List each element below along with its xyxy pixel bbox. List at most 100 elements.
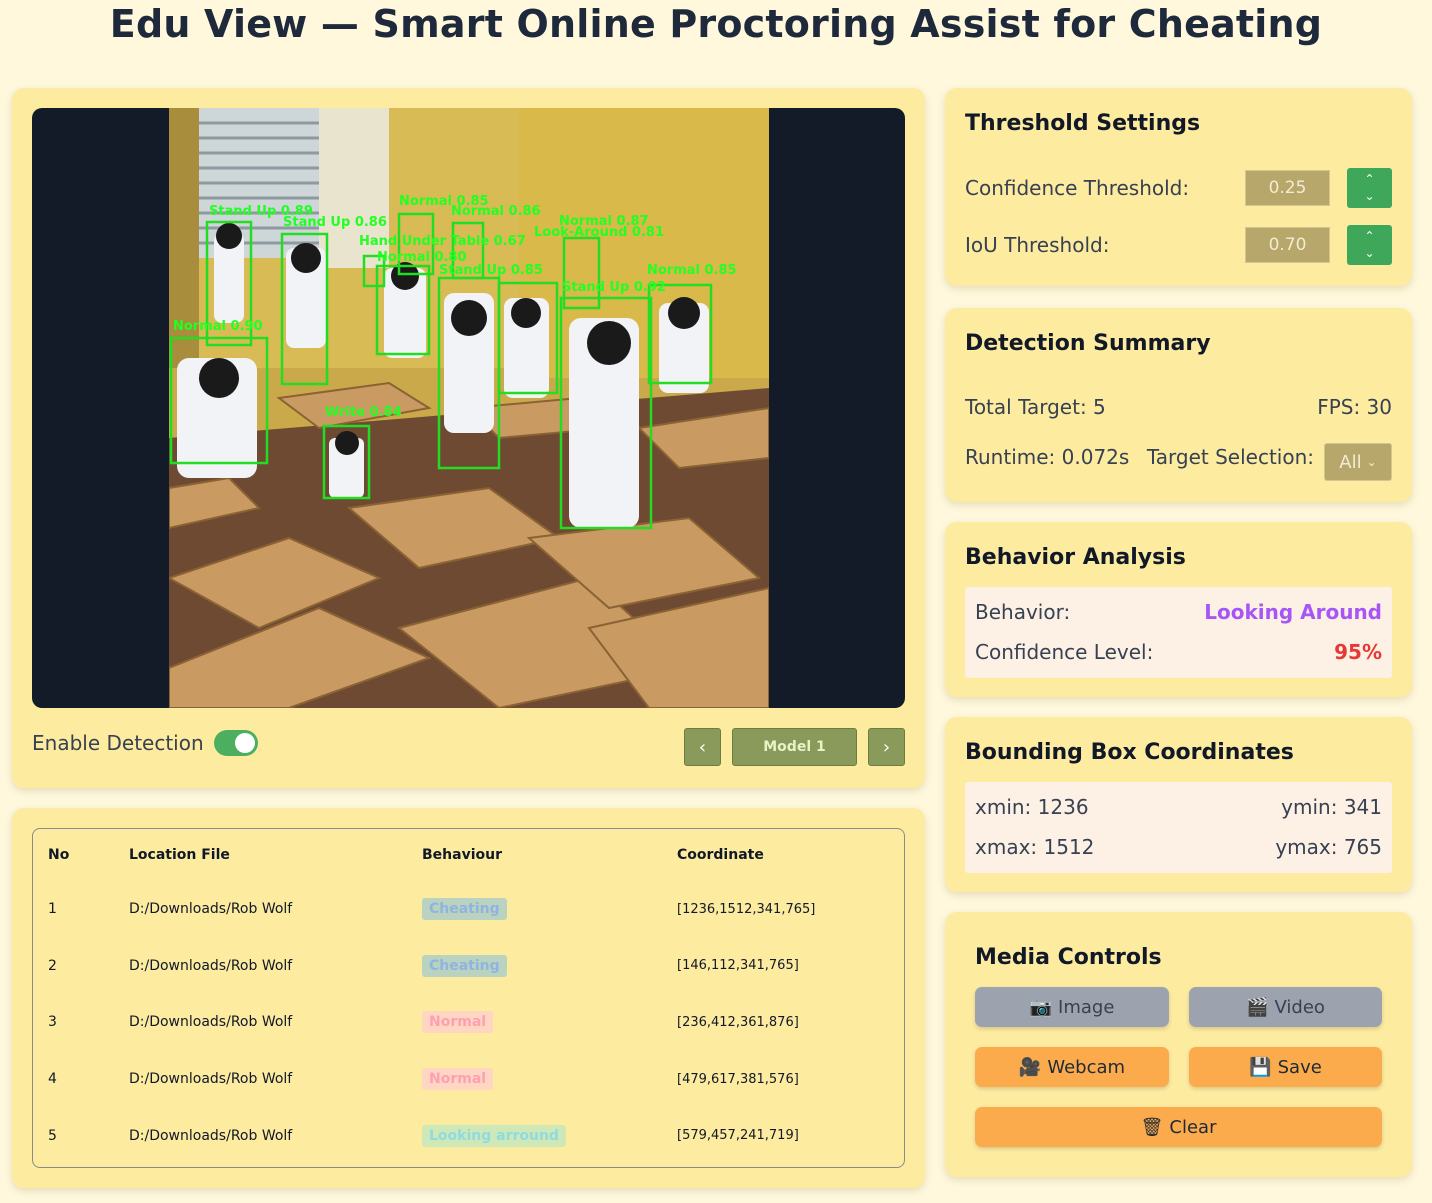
- film-camera-icon: 🎥: [1018, 1056, 1042, 1078]
- image-button-label: Image: [1058, 996, 1115, 1018]
- cell-no: 3: [48, 1014, 57, 1031]
- behaviour-badge: Cheating: [422, 898, 507, 921]
- iou-threshold-stepper[interactable]: ⌃ ⌄: [1347, 225, 1392, 265]
- chevron-down-icon[interactable]: ⌄: [1364, 188, 1374, 205]
- clear-button[interactable]: 🗑 Clear: [975, 1107, 1382, 1147]
- results-card: No Location File Behaviour Coordinate 1 …: [12, 808, 925, 1188]
- iou-threshold-row: IoU Threshold: 0.70 ⌃ ⌄: [965, 225, 1392, 265]
- cell-coordinate: [479,617,381,576]: [677, 1071, 799, 1087]
- media-controls-card: Media Controls 📷 Image 🎬 Video 🎥 Webcam …: [945, 912, 1412, 1177]
- target-selection-dropdown[interactable]: All ⌄: [1324, 443, 1392, 481]
- cell-no: 5: [48, 1127, 57, 1144]
- behavior-label: Behavior:: [975, 600, 1071, 624]
- target-selection-value: All: [1339, 451, 1362, 473]
- behaviour-badge: Looking arround: [422, 1124, 566, 1147]
- table-row[interactable]: 2 D:/Downloads/Rob Wolf Cheating [146,11…: [33, 938, 904, 995]
- ymax-value: ymax: 765: [1275, 835, 1382, 859]
- bounding-box-details: xmin: 1236 ymin: 341 xmax: 1512 ymax: 76…: [965, 782, 1392, 873]
- video-button[interactable]: 🎬 Video: [1189, 987, 1382, 1027]
- runtime-value: Runtime: 0.072s: [965, 445, 1130, 469]
- toggle-knob: [234, 733, 255, 753]
- xmax-value: xmax: 1512: [975, 835, 1095, 859]
- table-row[interactable]: 3 D:/Downloads/Rob Wolf Normal [236,412,…: [33, 994, 904, 1051]
- column-header-location-file: Location File: [129, 847, 230, 863]
- detection-label: Normal 0.90: [173, 319, 263, 334]
- bounding-box-card: Bounding Box Coordinates xmin: 1236 ymin…: [945, 717, 1412, 892]
- enable-detection-toggle[interactable]: [213, 730, 258, 756]
- confidence-threshold-stepper[interactable]: ⌃ ⌄: [1347, 168, 1392, 208]
- detection-label: Hand Under Table 0.67: [359, 234, 526, 249]
- chevron-up-icon[interactable]: ⌃: [1364, 228, 1374, 245]
- detection-label: Stand Up 0.86: [283, 215, 387, 230]
- detection-summary-title: Detection Summary: [965, 331, 1211, 356]
- chevron-left-icon: ‹: [698, 736, 707, 758]
- iou-threshold-input[interactable]: 0.70: [1245, 227, 1330, 263]
- trash-icon: 🗑: [1140, 1116, 1164, 1138]
- detection-label: Stand Up 0.92: [562, 280, 666, 295]
- clear-button-label: Clear: [1169, 1116, 1217, 1138]
- clapper-icon: 🎬: [1246, 996, 1269, 1018]
- enable-detection-label: Enable Detection: [32, 731, 204, 755]
- detection-label: Write 0.84: [325, 405, 402, 420]
- table-row[interactable]: 4 D:/Downloads/Rob Wolf Normal [479,617,…: [33, 1051, 904, 1108]
- results-table: No Location File Behaviour Coordinate 1 …: [33, 829, 904, 1164]
- fps-value: FPS: 30: [1317, 395, 1392, 419]
- xmin-value: xmin: 1236: [975, 795, 1089, 819]
- model-selector[interactable]: Model 1: [732, 728, 857, 766]
- webcam-button[interactable]: 🎥 Webcam: [975, 1047, 1169, 1087]
- chevron-down-icon[interactable]: ⌄: [1364, 245, 1374, 262]
- cell-location-file: D:/Downloads/Rob Wolf: [129, 1127, 293, 1144]
- column-header-behaviour: Behaviour: [422, 847, 502, 863]
- confidence-threshold-input[interactable]: 0.25: [1245, 170, 1330, 206]
- camera-icon: 📷: [1029, 996, 1053, 1018]
- model-navigation: ‹ Model 1 ›: [684, 728, 905, 766]
- confidence-threshold-row: Confidence Threshold: 0.25 ⌃ ⌄: [965, 168, 1392, 208]
- table-row[interactable]: 5 D:/Downloads/Rob Wolf Looking arround …: [33, 1107, 904, 1164]
- prev-model-button[interactable]: ‹: [684, 728, 721, 766]
- detection-label: Look-Around 0.81: [534, 225, 664, 240]
- cell-location-file: D:/Downloads/Rob Wolf: [129, 1071, 293, 1088]
- classroom-photo: Stand Up 0.89 Stand Up 0.86 Normal 0.85 …: [169, 108, 769, 708]
- bounding-box-title: Bounding Box Coordinates: [965, 740, 1294, 765]
- iou-threshold-label: IoU Threshold:: [965, 233, 1110, 257]
- behavior-analysis-card: Behavior Analysis Behavior: Looking Arou…: [945, 522, 1412, 697]
- confidence-level-value: 95%: [1334, 640, 1382, 664]
- cell-location-file: D:/Downloads/Rob Wolf: [129, 1014, 293, 1031]
- total-target: Total Target: 5: [965, 395, 1106, 419]
- chevron-up-icon[interactable]: ⌃: [1364, 171, 1374, 188]
- confidence-threshold-label: Confidence Threshold:: [965, 176, 1190, 200]
- cell-location-file: D:/Downloads/Rob Wolf: [129, 901, 293, 918]
- detection-summary-card: Detection Summary Total Target: 5 FPS: 3…: [945, 308, 1412, 502]
- save-button[interactable]: 💾 Save: [1189, 1047, 1382, 1087]
- ymin-value: ymin: 341: [1281, 795, 1382, 819]
- behavior-analysis-title: Behavior Analysis: [965, 545, 1186, 570]
- cell-no: 4: [48, 1071, 57, 1088]
- media-controls-title: Media Controls: [975, 945, 1162, 970]
- cell-coordinate: [1236,1512,341,765]: [677, 901, 816, 917]
- detection-label: Normal 0.86: [451, 204, 541, 219]
- results-table-wrapper: No Location File Behaviour Coordinate 1 …: [32, 828, 905, 1168]
- threshold-settings-card: Threshold Settings Confidence Threshold:…: [945, 88, 1412, 286]
- cell-coordinate: [146,112,341,765]: [677, 958, 799, 974]
- next-model-button[interactable]: ›: [868, 728, 905, 766]
- behaviour-badge: Cheating: [422, 954, 507, 977]
- behavior-value: Looking Around: [1204, 600, 1382, 624]
- image-button[interactable]: 📷 Image: [975, 987, 1169, 1027]
- table-row[interactable]: 1 D:/Downloads/Rob Wolf Cheating [1236,1…: [33, 881, 904, 938]
- floppy-disk-icon: 💾: [1249, 1056, 1272, 1078]
- cell-location-file: D:/Downloads/Rob Wolf: [129, 957, 293, 974]
- column-header-no: No: [48, 847, 70, 863]
- webcam-button-label: Webcam: [1047, 1056, 1126, 1078]
- behaviour-badge: Normal: [422, 1068, 494, 1091]
- cell-coordinate: [236,412,361,876]: [677, 1014, 799, 1030]
- cell-coordinate: [579,457,241,719]: [677, 1128, 799, 1144]
- viewer-card: Stand Up 0.89 Stand Up 0.86 Normal 0.85 …: [12, 88, 925, 788]
- cell-no: 2: [48, 957, 57, 974]
- detection-label: Normal 0.85: [647, 263, 737, 278]
- app-title: Edu View — Smart Online Proctoring Assis…: [109, 2, 1323, 46]
- confidence-level-label: Confidence Level:: [975, 640, 1154, 664]
- chevron-down-icon: ⌄: [1366, 455, 1377, 469]
- save-button-label: Save: [1277, 1056, 1322, 1078]
- chevron-right-icon: ›: [882, 736, 891, 758]
- behavior-details: Behavior: Looking Around Confidence Leve…: [965, 587, 1392, 678]
